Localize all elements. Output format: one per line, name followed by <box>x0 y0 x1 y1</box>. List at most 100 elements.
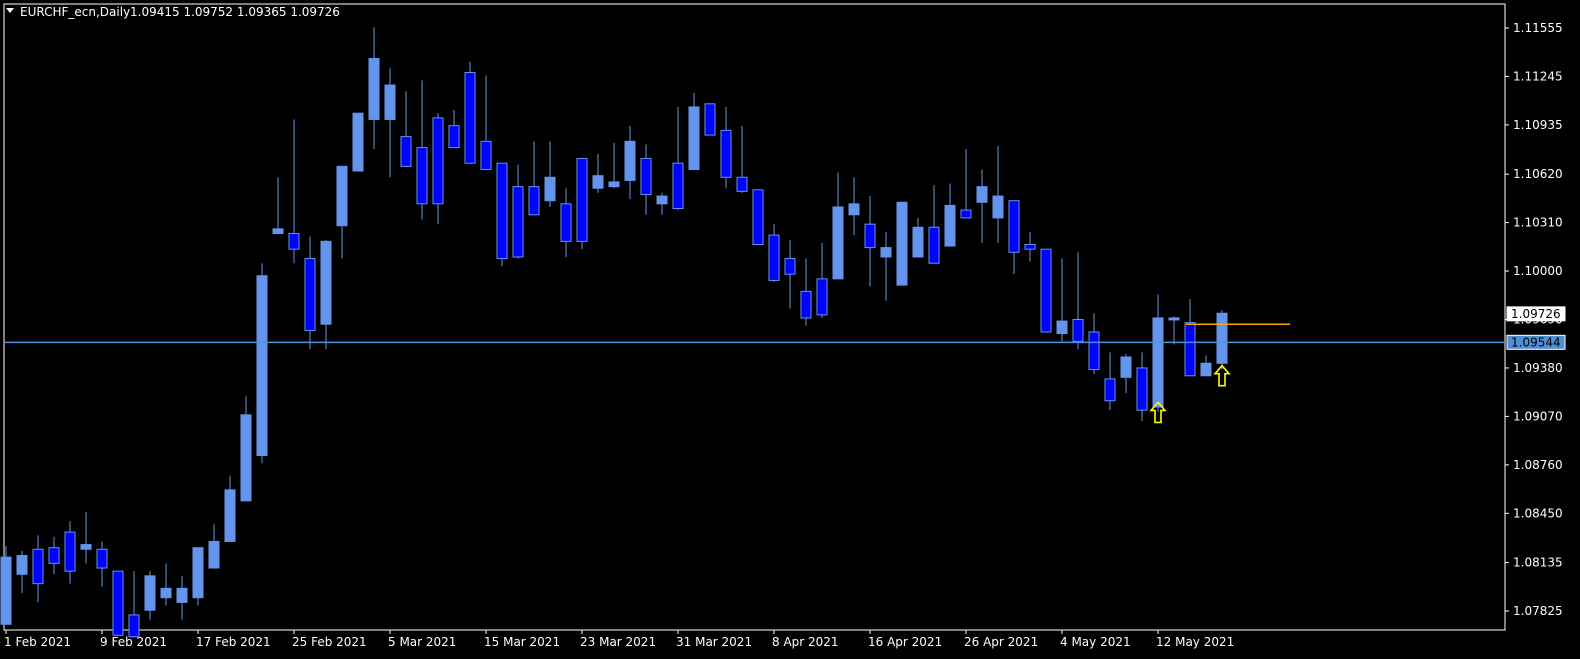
candle <box>752 189 764 245</box>
bear-candle-body <box>736 176 748 192</box>
y-tick-label: 1.08450 <box>1513 506 1563 520</box>
price-chart[interactable]: EURCHF_ecn,Daily 1.09415 1.09752 1.09365… <box>0 0 1580 659</box>
bull-candle-body <box>832 206 844 280</box>
bull-candle-body <box>912 226 924 258</box>
bull-candle-body <box>272 228 284 235</box>
x-tick-label: 17 Feb 2021 <box>196 635 271 649</box>
bear-candle-body <box>1040 248 1052 333</box>
bull-candle-body <box>192 547 204 599</box>
bull-candle-body <box>176 587 188 603</box>
candle <box>112 570 124 636</box>
bear-candle-body <box>64 531 76 572</box>
bull-candle-body <box>16 555 28 575</box>
bear-candle-body <box>432 117 444 205</box>
current-price-label: 1.09726 <box>1511 307 1561 321</box>
x-tick-label: 8 Apr 2021 <box>772 635 839 649</box>
candle <box>1216 310 1228 370</box>
bear-candle-body <box>704 103 716 136</box>
bear-candle-body <box>1136 367 1148 411</box>
bear-candle-body <box>720 129 732 178</box>
y-tick-label: 1.10620 <box>1513 167 1563 181</box>
bull-candle-body <box>384 84 396 120</box>
bear-candle-body <box>448 125 460 149</box>
candle <box>0 546 12 625</box>
candle <box>1040 248 1052 333</box>
bull-candle-body <box>224 489 236 542</box>
bull-candle-body <box>944 204 956 247</box>
y-tick-label: 1.10310 <box>1513 216 1563 230</box>
bear-candle-body <box>416 147 428 205</box>
bear-candle-body <box>768 234 780 281</box>
bear-candle-body <box>1024 243 1036 250</box>
candle <box>464 61 476 164</box>
bull-candle-body <box>368 57 380 120</box>
bear-candle-body <box>784 258 796 275</box>
bear-candle-body <box>576 158 588 242</box>
bear-candle-body <box>496 162 508 260</box>
x-tick-label: 31 Mar 2021 <box>676 635 752 649</box>
bull-candle-body <box>256 275 268 456</box>
bull-candle-body <box>592 175 604 189</box>
bull-candle-body <box>160 587 172 599</box>
bull-candle-body <box>624 140 636 181</box>
bear-candle-body <box>560 203 572 242</box>
y-tick-label: 1.11555 <box>1513 21 1563 35</box>
bull-candle-body <box>688 106 700 170</box>
x-tick-label: 16 Apr 2021 <box>868 635 942 649</box>
bull-candle-body <box>1200 362 1212 377</box>
bear-candle-body <box>128 614 140 638</box>
bear-candle-body <box>464 72 476 164</box>
x-tick-label: 15 Mar 2021 <box>484 635 560 649</box>
candle <box>704 103 716 136</box>
bear-candle-body <box>96 548 108 569</box>
bull-candle-body <box>1120 356 1132 378</box>
y-tick-label: 1.08760 <box>1513 458 1563 472</box>
x-tick-label: 26 Apr 2021 <box>964 635 1038 649</box>
bear-candle-body <box>1104 378 1116 402</box>
bull-candle-body <box>240 414 252 502</box>
bull-candle-body <box>544 176 556 202</box>
y-tick-label: 1.10000 <box>1513 264 1563 278</box>
bear-candle-body <box>672 162 684 210</box>
bull-candle-body <box>848 203 860 216</box>
y-tick-label: 1.09070 <box>1513 409 1563 423</box>
bull-candle-body <box>976 186 988 203</box>
bull-candle-body <box>0 556 12 625</box>
bear-candle-body <box>48 547 60 564</box>
bear-candle-body <box>816 278 828 316</box>
bull-candle-body <box>1056 320 1068 335</box>
x-tick-label: 5 Mar 2021 <box>388 635 456 649</box>
y-tick-label: 1.11245 <box>1513 69 1563 83</box>
x-tick-label: 4 May 2021 <box>1060 635 1131 649</box>
bear-candle-body <box>928 226 940 264</box>
ohlc-values: 1.09415 1.09752 1.09365 1.09726 <box>130 5 340 19</box>
bear-candle-body <box>288 233 300 250</box>
bull-candle-body <box>208 540 220 569</box>
symbol-label[interactable]: EURCHF_ecn,Daily <box>20 5 130 19</box>
y-tick-label: 1.08135 <box>1513 556 1563 570</box>
bull-candle-body <box>1152 317 1164 408</box>
bull-candle-body <box>80 544 92 550</box>
bear-candle-body <box>800 290 812 319</box>
candle <box>896 201 908 286</box>
bear-candle-body <box>400 136 412 167</box>
bull-candle-body <box>896 201 908 286</box>
bear-candle-body <box>1072 319 1084 342</box>
bear-candle-body <box>1184 322 1196 377</box>
bear-candle-body <box>528 186 540 216</box>
bear-candle-body <box>112 570 124 636</box>
bull-candle-body <box>352 112 364 172</box>
candle <box>352 112 364 172</box>
bear-candle-body <box>1008 200 1020 253</box>
bull-candle-body <box>992 195 1004 219</box>
bull-candle-body <box>1168 317 1180 321</box>
bull-candle-body <box>320 240 332 325</box>
bull-candle-body <box>336 165 348 227</box>
y-tick-label: 1.07825 <box>1513 604 1563 618</box>
candle <box>192 547 204 606</box>
bull-candle-body <box>880 247 892 258</box>
y-tick-label: 1.10935 <box>1513 118 1563 132</box>
x-tick-label: 1 Feb 2021 <box>4 635 71 649</box>
bear-candle-body <box>512 186 524 258</box>
bear-candle-body <box>960 209 972 219</box>
